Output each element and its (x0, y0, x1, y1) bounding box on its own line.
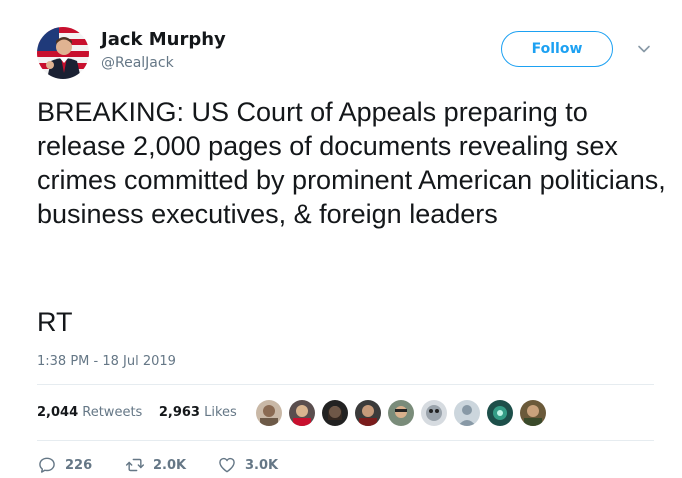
like-count: 3.0K (245, 457, 279, 473)
liker-avatar[interactable] (354, 399, 382, 427)
liker-avatar[interactable] (387, 399, 415, 427)
likes-stat[interactable]: 2,963 Likes (159, 405, 237, 420)
retweets-count: 2,044 (37, 405, 79, 420)
follow-button[interactable]: Follow (501, 31, 613, 67)
liker-avatar[interactable] (420, 399, 448, 427)
likes-count: 2,963 (158, 405, 200, 420)
divider-bottom (37, 440, 654, 441)
retweet-button[interactable]: 2.0K (125, 455, 186, 475)
liker-avatar[interactable] (288, 399, 316, 427)
chevron-down-icon[interactable] (636, 41, 652, 57)
tweet-timestamp[interactable]: 1:38 PM - 18 Jul 2019 (37, 354, 176, 369)
avatar-image (37, 27, 89, 79)
liker-avatar[interactable] (486, 399, 514, 427)
retweet-count: 2.0K (153, 457, 187, 473)
heart-icon (219, 457, 235, 473)
tweet-text-main: BREAKING: US Court of Appeals preparing … (37, 97, 666, 229)
tweet-text-rt: RT (37, 307, 73, 337)
reply-icon (39, 457, 55, 473)
reply-count: 226 (65, 457, 93, 473)
liker-avatar[interactable] (519, 399, 547, 427)
user-handle[interactable]: @RealJack (101, 55, 174, 71)
liker-avatar[interactable] (255, 399, 283, 427)
avatar[interactable] (37, 27, 89, 79)
divider-top (37, 384, 654, 385)
retweet-icon (125, 458, 145, 472)
reply-button[interactable]: 226 (37, 455, 92, 475)
tweet-text: BREAKING: US Court of Appeals preparing … (37, 95, 667, 231)
likes-label: Likes (204, 405, 237, 420)
like-button[interactable]: 3.0K (217, 455, 278, 475)
liker-avatar[interactable] (321, 399, 349, 427)
retweets-label: Retweets (82, 405, 143, 420)
liker-avatar[interactable] (453, 399, 481, 427)
retweets-stat[interactable]: 2,044 Retweets (37, 405, 142, 420)
tweet-stats: 2,044 Retweets 2,963 Likes (37, 405, 237, 420)
user-name[interactable]: Jack Murphy (101, 29, 226, 50)
